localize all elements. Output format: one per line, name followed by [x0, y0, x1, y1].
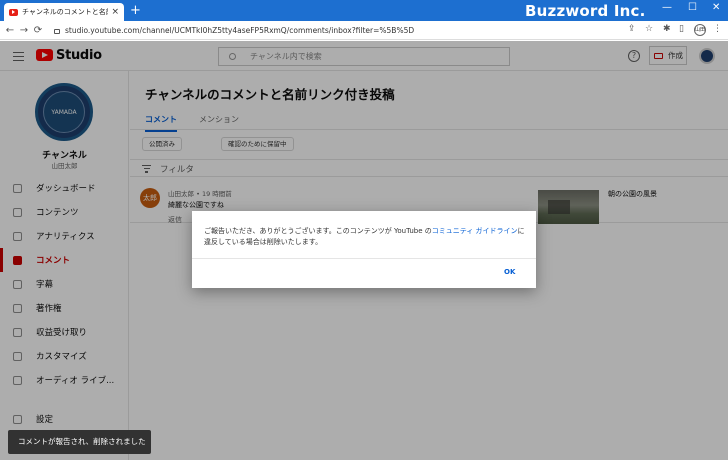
share-icon[interactable]: ⇪ [628, 24, 636, 34]
lock-icon [54, 28, 60, 34]
forward-icon[interactable]: → [17, 25, 31, 36]
browser-titlebar: チャンネルのコメントと名前リンク付き × + Buzzword Inc. — ☐… [0, 0, 728, 21]
address-bar[interactable]: studio.youtube.com/channel/UCMTkI0hZ5tty… [54, 23, 622, 37]
browser-tab[interactable]: チャンネルのコメントと名前リンク付き × [4, 3, 124, 21]
dialog-message: ご報告いただき、ありがとうございます。このコンテンツが YouTube のコミュ… [204, 226, 529, 248]
youtube-favicon-icon [9, 8, 18, 16]
tab-title: チャンネルのコメントと名前リンク付き [22, 8, 108, 16]
back-icon[interactable]: ← [3, 25, 17, 36]
browser-toolbar: ← → ⟳ studio.youtube.com/channel/UCMTkI0… [0, 21, 728, 40]
ok-button[interactable]: OK [504, 268, 515, 276]
extensions-icon[interactable]: ✱ [663, 24, 671, 34]
browser-menu-icon[interactable]: ⋮ [713, 24, 722, 34]
brand-watermark: Buzzword Inc. [525, 2, 646, 20]
browser-profile-avatar[interactable]: 山田 [694, 24, 706, 36]
community-guidelines-link[interactable]: コミュニティ ガイドライン [432, 227, 518, 235]
dialog-message-before: ご報告いただき、ありがとうございます。このコンテンツが YouTube の [204, 227, 432, 235]
minimize-icon[interactable]: — [662, 2, 672, 13]
tab-close-icon[interactable]: × [111, 7, 119, 17]
dialog-divider [192, 258, 536, 259]
page: チャンネルのコメントと名前リンク付き × + Buzzword Inc. — ☐… [0, 0, 728, 460]
snackbar-toast: コメントが報告され、削除されました [8, 430, 151, 454]
side-panel-icon[interactable]: ▯ [679, 24, 684, 34]
maximize-icon[interactable]: ☐ [688, 2, 697, 13]
report-confirmation-dialog: ご報告いただき、ありがとうございます。このコンテンツが YouTube のコミュ… [192, 211, 536, 288]
bookmark-star-icon[interactable]: ☆ [645, 24, 653, 34]
url-text: studio.youtube.com/channel/UCMTkI0hZ5tty… [65, 25, 415, 35]
reload-icon[interactable]: ⟳ [31, 25, 45, 36]
close-window-icon[interactable]: ✕ [712, 2, 720, 13]
new-tab-button[interactable]: + [130, 3, 141, 19]
